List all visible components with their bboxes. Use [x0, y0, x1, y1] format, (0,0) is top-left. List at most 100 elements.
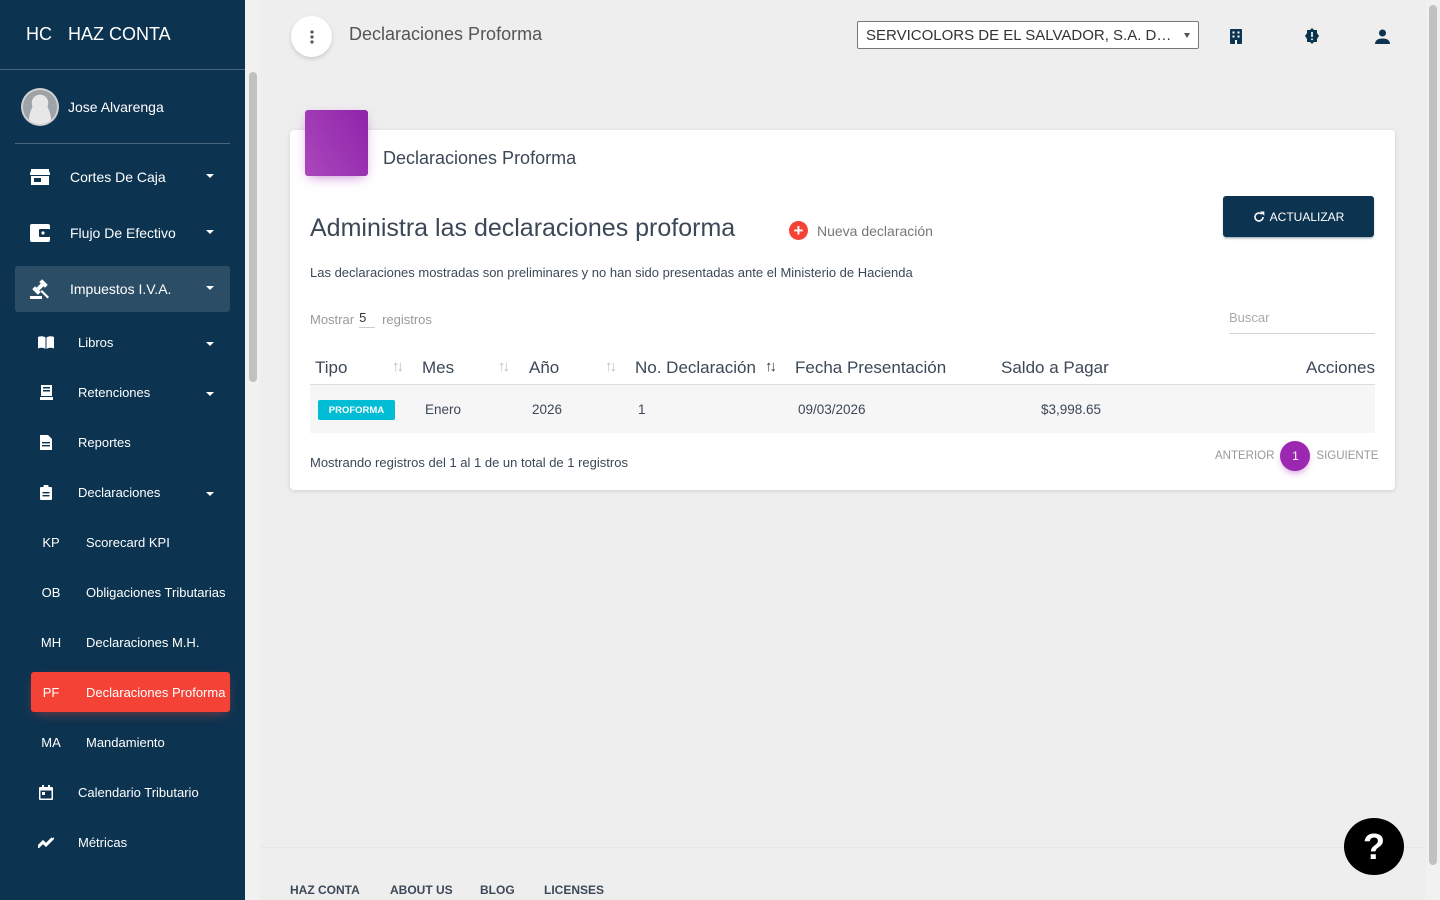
chevron-down-icon — [206, 342, 214, 346]
chevron-down-icon — [1184, 33, 1190, 38]
cell-numero: 1 — [638, 402, 646, 417]
sidebar-item-metricas[interactable]: Métricas — [31, 822, 230, 862]
book-icon — [38, 334, 54, 350]
pagination-page-1[interactable]: 1 — [1280, 441, 1311, 471]
cell-fecha: 09/03/2026 — [798, 402, 866, 417]
chevron-down-icon — [206, 392, 214, 396]
sidebar-item-obligaciones-tributarias[interactable]: OB Obligaciones Tributarias — [31, 572, 230, 612]
column-header-saldo[interactable]: Saldo a Pagar — [1001, 358, 1109, 378]
calendar-icon — [38, 784, 54, 800]
alert-badge-icon[interactable] — [1302, 26, 1322, 46]
sidebar-item-declaraciones-mh[interactable]: MH Declaraciones M.H. — [31, 622, 230, 662]
company-select[interactable]: SERVICOLORS DE EL SALVADOR, S.A. DE C.V. — [857, 21, 1199, 49]
card-title: Declaraciones Proforma — [383, 148, 577, 168]
column-header-fecha[interactable]: Fecha Presentación — [795, 358, 946, 378]
column-header-tipo[interactable]: Tipo — [315, 358, 347, 378]
sidebar-item-label: Declaraciones M.H. — [86, 634, 200, 650]
column-header-numero[interactable]: No. Declaración — [635, 358, 756, 378]
table-header: Tipo ↑↓ Mes ↑↓ Año ↑↓ No. Declaración ↑↓… — [310, 352, 1375, 385]
cell-saldo: $3,998.65 — [1041, 402, 1102, 417]
chevron-down-icon — [206, 174, 214, 178]
sidebar-item-declaraciones[interactable]: Declaraciones — [31, 472, 230, 512]
chevron-down-icon — [206, 286, 214, 290]
store-icon — [29, 166, 51, 188]
sidebar-item-label: Cortes De Caja — [70, 169, 166, 185]
sidebar-item-label: Obligaciones Tributarias — [86, 584, 226, 600]
sidebar-item-cortes-de-caja[interactable]: Cortes De Caja — [15, 154, 230, 200]
sidebar-item-mandamiento[interactable]: MA Mandamiento — [31, 722, 230, 762]
pagination-prev[interactable]: ANTERIOR — [1215, 450, 1274, 462]
top-navbar: Declaraciones Proforma SERVICOLORS DE EL… — [260, 0, 1426, 75]
show-suffix: registros — [382, 311, 432, 327]
sidebar-item-retenciones[interactable]: Retenciones — [31, 372, 230, 412]
user-name: Jose Alvarenga — [68, 98, 164, 115]
help-button[interactable]: ? — [1344, 818, 1404, 875]
column-header-mes[interactable]: Mes — [422, 358, 454, 378]
sidebar-scrollbar-thumb[interactable] — [249, 72, 257, 382]
brand[interactable]: HC HAZ CONTA — [0, 0, 245, 70]
person-icon[interactable] — [1372, 26, 1392, 46]
brand-mini: HC — [26, 24, 52, 44]
avatar — [23, 89, 57, 124]
cell-mes: Enero — [425, 402, 462, 417]
page-title: Declaraciones Proforma — [349, 24, 543, 44]
card-header-icon — [305, 110, 368, 176]
column-header-anio[interactable]: Año — [529, 358, 559, 378]
page-length-select[interactable]: 5 — [359, 310, 376, 328]
sidebar-nav: Cortes De Caja Flujo De Efectivo Impuest… — [0, 154, 245, 872]
sidebar-item-label: Reportes — [78, 434, 131, 450]
footer: HAZ CONTA ABOUT US BLOG LICENSES — [260, 847, 1426, 900]
user-profile[interactable]: Jose Alvarenga — [15, 70, 230, 144]
footer-link-haz-conta[interactable]: HAZ CONTA — [290, 883, 360, 897]
sidebar-toggle-button[interactable] — [291, 16, 332, 57]
sort-icon: ↑↓ — [605, 358, 617, 375]
proforma-card: Declaraciones Proforma Administra las de… — [290, 110, 1395, 490]
sidebar-item-mini: MA — [41, 734, 61, 750]
sidebar-item-declaraciones-proforma[interactable]: PF Declaraciones Proforma — [31, 672, 230, 712]
search-input[interactable]: Buscar — [1229, 310, 1375, 334]
sidebar: HC HAZ CONTA Jose Alvarenga Cortes De Ca… — [0, 0, 260, 900]
wallet-icon — [29, 222, 51, 244]
sidebar-item-label: Scorecard KPI — [86, 534, 170, 550]
status-badge: PROFORMA — [318, 400, 395, 420]
refresh-label: ACTUALIZAR — [1269, 209, 1345, 224]
footer-link-licenses[interactable]: LICENSES — [544, 883, 604, 897]
page-length-control: Mostrar 5 registros — [310, 310, 432, 328]
sort-icon: ↑↓ — [498, 358, 510, 375]
sidebar-item-reportes[interactable]: Reportes — [31, 422, 230, 462]
chevron-down-icon — [206, 230, 214, 234]
sidebar-item-label: Métricas — [78, 834, 128, 850]
sidebar-item-label: Flujo De Efectivo — [70, 225, 176, 241]
clipboard-icon — [38, 484, 54, 500]
sidebar-item-mini: KP — [42, 534, 60, 550]
sidebar-item-label: Mandamiento — [86, 734, 165, 750]
sidebar-item-label: Impuestos I.V.A. — [70, 281, 172, 297]
document-icon — [38, 434, 54, 450]
brand-name: HAZ CONTA — [68, 24, 171, 44]
trending-icon — [38, 834, 54, 850]
card-heading: Administra las declaraciones proforma — [310, 214, 736, 242]
refresh-button[interactable]: ACTUALIZAR — [1223, 196, 1374, 237]
show-prefix: Mostrar — [310, 311, 355, 327]
sidebar-item-label: Libros — [78, 334, 114, 350]
footer-link-about-us[interactable]: ABOUT US — [390, 883, 453, 897]
sidebar-item-flujo-de-efectivo[interactable]: Flujo De Efectivo — [15, 210, 230, 256]
sort-desc-icon: ↑↓ — [765, 358, 777, 375]
sidebar-item-label: Retenciones — [78, 384, 151, 400]
sidebar-item-scorecard-kpi[interactable]: KP Scorecard KPI — [31, 522, 230, 562]
refresh-icon — [1253, 211, 1264, 222]
table-summary: Mostrando registros del 1 al 1 de un tot… — [310, 455, 628, 470]
table-row[interactable]: PROFORMA Enero 2026 1 09/03/2026 $3,998.… — [310, 385, 1375, 433]
footer-link-blog[interactable]: BLOG — [480, 883, 515, 897]
page-scrollbar-thumb[interactable] — [1429, 5, 1437, 865]
sidebar-item-calendario-tributario[interactable]: Calendario Tributario — [31, 772, 230, 812]
sort-icon: ↑↓ — [392, 358, 404, 375]
sidebar-item-impuestos-iva[interactable]: Impuestos I.V.A. — [15, 266, 230, 312]
pagination: ANTERIOR 1 SIGUIENTE — [1215, 441, 1378, 471]
sidebar-item-libros[interactable]: Libros — [31, 322, 230, 362]
company-select-value: SERVICOLORS DE EL SALVADOR, S.A. DE C.V. — [866, 27, 1199, 44]
new-declaration-label: Nueva declaración — [817, 222, 933, 239]
pagination-next[interactable]: SIGUIENTE — [1316, 450, 1378, 462]
building-icon[interactable] — [1226, 26, 1246, 46]
new-declaration-button[interactable]: + Nueva declaración — [789, 221, 933, 240]
